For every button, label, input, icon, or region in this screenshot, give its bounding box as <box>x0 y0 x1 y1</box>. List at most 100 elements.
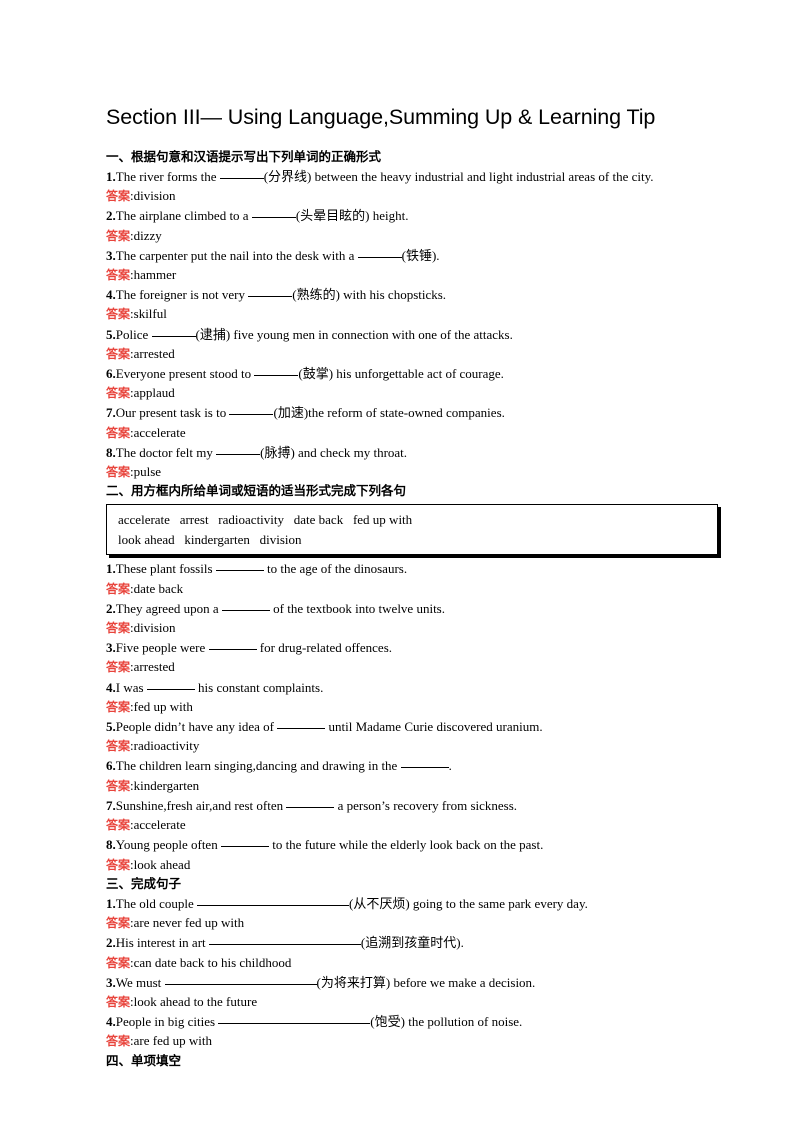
question-text-before-blank: Police <box>115 326 152 342</box>
question-text-after-blank: (熟练的) with his chopsticks. <box>292 287 447 303</box>
answer-label: 答案 <box>106 581 131 596</box>
answer-label: 答案 <box>106 994 131 1009</box>
question-text-before-blank: Young people often <box>115 837 221 853</box>
answer-line: 答案:hammer <box>106 265 720 285</box>
question-text-before-blank: I was <box>115 679 147 695</box>
question-text-before-blank: The old couple <box>115 895 197 911</box>
answer-blank[interactable] <box>277 728 326 730</box>
answer-blank[interactable] <box>219 178 264 179</box>
answer-blank[interactable] <box>215 570 264 572</box>
word-bank-row: accelerate arrest radioactivity date bac… <box>118 512 413 528</box>
answer-blank[interactable] <box>151 335 196 337</box>
section-heading: 三、完成句子 <box>106 876 182 891</box>
question-text-before-blank: People in big cities <box>115 1014 219 1030</box>
question-number: 6. <box>106 758 116 774</box>
sections-container: 一、根据句意和汉语提示写出下列单词的正确形式 1.The river forms … <box>106 148 720 1071</box>
answer-blank[interactable] <box>146 688 195 690</box>
answer-blank[interactable] <box>208 944 361 946</box>
answer-line: 答案:pulse <box>106 462 720 482</box>
worksheet-page: Section III— Using Language,Summing Up &… <box>0 0 800 1132</box>
answer-blank[interactable] <box>208 649 257 651</box>
question-number: 1. <box>106 895 116 911</box>
answer-label: 答案 <box>106 425 131 440</box>
answer-text: are fed up with <box>133 1033 212 1049</box>
word-bank-row: look ahead kindergarten division <box>118 531 302 547</box>
question-text-after-blank: (逮捕) five young men in connection with o… <box>195 326 513 342</box>
question-text-before-blank: The river forms the <box>115 169 220 184</box>
answer-label: 答案 <box>106 818 131 833</box>
question-number: 7. <box>106 405 116 421</box>
question-line: 2.They agreed upon a of the textbook int… <box>106 599 720 618</box>
question-text-after-blank: (为将来打算) before we make a decision. <box>316 974 536 990</box>
question-line: 1.The river forms the (分界线) between the … <box>106 167 720 186</box>
question-text-after-blank: (鼓掌) his unforgettable act of courage. <box>298 366 504 382</box>
answer-text: look ahead to the future <box>133 993 258 1009</box>
answer-label: 答案 <box>106 268 131 283</box>
question-text-after-blank: for drug-related offences. <box>256 640 393 656</box>
answer-blank[interactable] <box>221 609 270 611</box>
answer-label: 答案 <box>106 189 131 204</box>
question-number: 5. <box>106 326 116 342</box>
answer-blank[interactable] <box>218 1023 371 1025</box>
page-title: Section III— Using Language,Summing Up &… <box>106 105 656 129</box>
answer-line: 答案:can date back to his childhood <box>106 953 720 973</box>
question-number: 3. <box>106 247 116 263</box>
question-text-after-blank: of the textbook into twelve units. <box>269 600 445 616</box>
question-text-before-blank: People didn’t have any idea of <box>115 719 278 735</box>
answer-label: 答案 <box>106 1034 131 1049</box>
question-text-after-blank: (加速)the reform of state-owned companies. <box>273 405 505 421</box>
answer-text: can date back to his childhood <box>133 954 292 970</box>
answer-text: hammer <box>133 267 177 283</box>
answer-text: dizzy <box>133 227 162 243</box>
answer-blank[interactable] <box>286 806 335 808</box>
question-line: 3.Five people were for drug-related offe… <box>106 638 720 657</box>
section: 二、用方框内所给单词或短语的适当形式完成下列各句 accelerate arres… <box>106 482 720 874</box>
answer-blank[interactable] <box>254 375 299 377</box>
answer-label: 答案 <box>106 228 131 243</box>
question-line: 7.Our present task is to (加速)the reform … <box>106 403 720 422</box>
answer-blank[interactable] <box>196 904 349 906</box>
answer-label: 答案 <box>106 660 131 675</box>
question-number: 6. <box>106 366 116 382</box>
answer-label: 答案 <box>106 916 131 931</box>
question-text-after-blank: to the future while the elderly look bac… <box>268 837 544 853</box>
question-number: 1. <box>106 561 116 577</box>
answer-line: 答案:look ahead <box>106 855 720 875</box>
question-number: 2. <box>106 600 116 616</box>
question-number: 8. <box>106 837 116 853</box>
question-number: 2. <box>106 935 116 951</box>
question-text-after-blank: . <box>448 758 452 774</box>
answer-blank[interactable] <box>357 256 402 258</box>
question-text-after-blank: (铁锤). <box>401 247 440 263</box>
answer-blank[interactable] <box>251 217 296 219</box>
answer-label: 答案 <box>106 346 131 361</box>
answer-label: 答案 <box>106 739 131 754</box>
answer-text: look ahead <box>133 856 191 872</box>
answer-line: 答案:fed up with <box>106 697 720 717</box>
question-number: 3. <box>106 640 116 656</box>
question-text-after-blank: to the age of the dinosaurs. <box>263 561 408 577</box>
answer-blank[interactable] <box>229 414 274 416</box>
question-line: 3.The carpenter put the nail into the de… <box>106 246 720 265</box>
question-text-after-blank: (追溯到孩童时代). <box>360 935 464 951</box>
question-line: 5.Police (逮捕) five young men in connecti… <box>106 325 720 344</box>
answer-line: 答案:arrested <box>106 657 720 677</box>
answer-label: 答案 <box>106 778 131 793</box>
answer-label: 答案 <box>106 857 131 872</box>
question-line: 4.People in big cities (饱受) the pollutio… <box>106 1012 720 1031</box>
answer-blank[interactable] <box>248 296 293 298</box>
answer-line: 答案:applaud <box>106 383 720 403</box>
answer-label: 答案 <box>106 307 131 322</box>
answer-blank[interactable] <box>400 767 449 769</box>
answer-blank[interactable] <box>216 453 261 455</box>
section-heading: 四、单项填空 <box>106 1053 182 1068</box>
answer-text: date back <box>133 580 184 596</box>
question-text-before-blank: Five people were <box>115 640 209 656</box>
answer-blank[interactable] <box>164 983 317 985</box>
question-text-before-blank: The foreigner is not very <box>115 287 249 303</box>
answer-blank[interactable] <box>220 846 269 848</box>
question-line: 6.The children learn singing,dancing and… <box>106 756 720 775</box>
section: 三、完成句子 1.The old couple (从不厌烦) going to t… <box>106 875 720 1052</box>
question-number: 1. <box>106 169 116 184</box>
question-text-before-blank: The doctor felt my <box>115 444 217 460</box>
